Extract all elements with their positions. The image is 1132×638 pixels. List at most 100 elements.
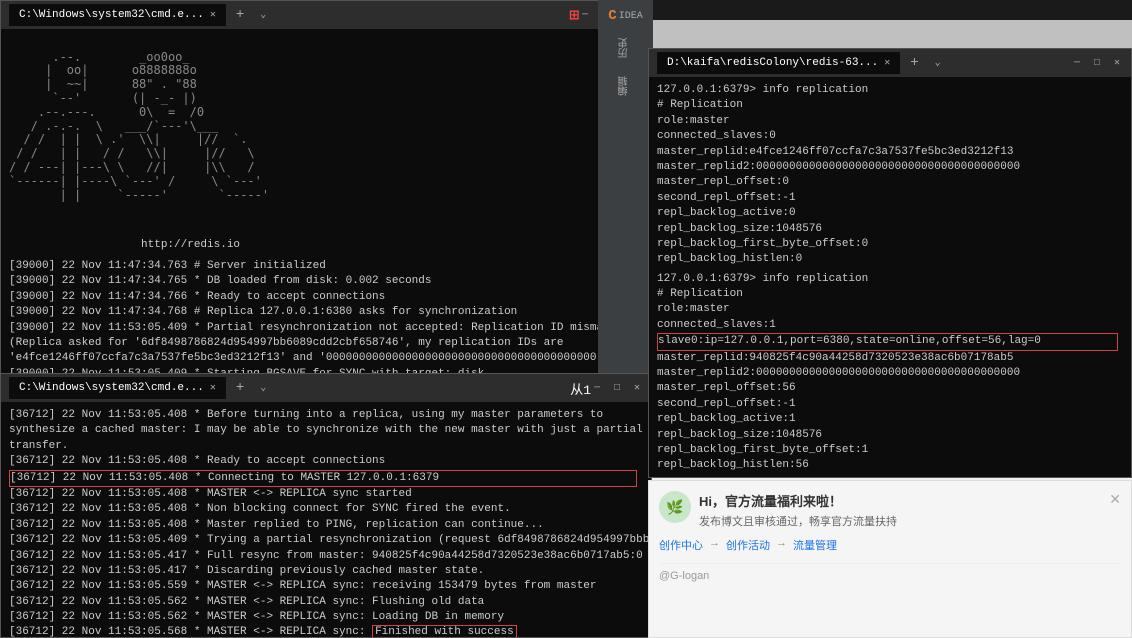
r-line-2: # Replication <box>657 98 1123 113</box>
r-line-13: 127.0.0.1:6379> info replication <box>657 272 1123 287</box>
bl-line-5: [36712] 22 Nov 11:53:05.408 * Non blocki… <box>9 502 643 517</box>
csdn-avatar: 🌿 <box>659 491 691 523</box>
r-line-5: master_replid:e4fce1246ff07ccfa7c3a7537f… <box>657 145 1123 160</box>
bottomleft-tab-add[interactable]: + <box>230 376 250 400</box>
r-line-3: role:master <box>657 114 1123 129</box>
tl-line-4: [39000] 22 Nov 11:47:34.768 # Replica 12… <box>9 305 631 320</box>
bl-line-4: [36712] 22 Nov 11:53:05.408 * MASTER <->… <box>9 487 643 502</box>
right-tab-nav[interactable]: ⌄ <box>929 53 947 73</box>
bottomleft-tab-label: C:\Windows\system32\cmd.e... <box>19 382 204 394</box>
bottomleft-center-label: 从1 <box>570 379 591 398</box>
csdn-inner: 🌿 Hi，官方流量福利来啦！ 发布博文且审核通过，畅享官方流量扶持 ✕ 创作中心… <box>649 481 1131 592</box>
r-line-25: repl_backlog_histlen:56 <box>657 458 1123 473</box>
right-controls: ─ □ ✕ <box>1071 57 1123 69</box>
bl-line-8: [36712] 22 Nov 11:53:05.417 * Full resyn… <box>9 549 643 564</box>
tl-line-3: [39000] 22 Nov 11:47:34.766 * Ready to a… <box>9 290 631 305</box>
r-line-14: # Replication <box>657 287 1123 302</box>
right-close[interactable]: ✕ <box>1111 57 1123 69</box>
r-line-17: slave0:ip=127.0.0.1,port=6380,state=onli… <box>657 333 1118 350</box>
bottomleft-tabs: C:\Windows\system32\cmd.e... ✕ + ⌄ <box>9 376 570 400</box>
bl-line-3: [36712] 22 Nov 11:53:05.408 * Connecting… <box>9 470 637 487</box>
r-line-15: role:master <box>657 302 1123 317</box>
r-line-19: master_replid2:0000000000000000000000000… <box>657 366 1123 381</box>
r-line-21: second_repl_offset:-1 <box>657 397 1123 412</box>
r-line-20: master_repl_offset:56 <box>657 381 1123 396</box>
r-line-16: connected_slaves:1 <box>657 318 1123 333</box>
csdn-nav-item-3[interactable]: 流量管理 <box>793 537 837 553</box>
right-tab-active[interactable]: D:\kaifa\redisColony\redis-63... ✕ <box>657 52 900 74</box>
bl-line-11: [36712] 22 Nov 11:53:05.562 * MASTER <->… <box>9 595 643 610</box>
topleft-terminal: .--. _oo0oo_ | oo| o8888888o | ~~| 88" .… <box>1 29 639 374</box>
window-topleft: C:\Windows\system32\cmd.e... ✕ + ⌄ ⊞ ─ □… <box>0 0 640 375</box>
topleft-tab-add[interactable]: + <box>230 3 250 27</box>
r-line-12: repl_backlog_histlen:0 <box>657 252 1123 267</box>
idea-sidebar: C IDEA 历史 编辑 <box>598 0 653 375</box>
r-line-8: second_repl_offset:-1 <box>657 191 1123 206</box>
right-tab-label: D:\kaifa\redisColony\redis-63... <box>667 57 878 69</box>
bl-line-13: [36712] 22 Nov 11:53:05.568 * MASTER <->… <box>9 625 643 637</box>
topleft-tab-close[interactable]: ✕ <box>210 9 216 21</box>
tl-line-2: [39000] 22 Nov 11:47:34.765 * DB loaded … <box>9 274 631 289</box>
bottomleft-close[interactable]: ✕ <box>631 382 643 394</box>
tl-line-1: [39000] 22 Nov 11:47:34.763 # Server ini… <box>9 259 631 274</box>
right-terminal: 127.0.0.1:6379> info replication # Repli… <box>649 77 1131 477</box>
csdn-close-button[interactable]: ✕ <box>1109 491 1121 508</box>
csdn-text: Hi，官方流量福利来啦！ 发布博文且审核通过，畅享官方流量扶持 <box>699 491 1101 529</box>
window-right: D:\kaifa\redisColony\redis-63... ✕ + ⌄ ─… <box>648 48 1132 478</box>
csdn-hi-title: Hi，官方流量福利来啦！ <box>699 491 1101 510</box>
r-line-1: 127.0.0.1:6379> info replication <box>657 83 1123 98</box>
idea-logo-icon: C <box>608 8 616 24</box>
right-tabs: D:\kaifa\redisColony\redis-63... ✕ + ⌄ <box>657 51 1071 75</box>
bl-line-12: [36712] 22 Nov 11:53:05.562 * MASTER <->… <box>9 610 643 625</box>
redis-art-1: .--. _oo0oo_ | oo| o8888888o | ~~| 88" .… <box>9 35 631 234</box>
r-line-7: master_repl_offset:0 <box>657 175 1123 190</box>
window-bottomleft: C:\Windows\system32\cmd.e... ✕ + ⌄ 从1 ─ … <box>0 373 652 638</box>
r-line-9: repl_backlog_active:0 <box>657 206 1123 221</box>
right-titlebar: D:\kaifa\redisColony\redis-63... ✕ + ⌄ ─… <box>649 49 1131 77</box>
right-tab-close[interactable]: ✕ <box>884 57 890 69</box>
redis-url-line: http://redis.io <box>9 238 631 253</box>
idea-label: IDEA <box>619 11 643 22</box>
bl-line-1: [36712] 22 Nov 11:53:05.408 * Before tur… <box>9 408 643 454</box>
bottomleft-maximize[interactable]: □ <box>611 382 623 394</box>
topleft-tabs: C:\Windows\system32\cmd.e... ✕ + ⌄ <box>9 3 569 27</box>
csdn-hi-sub: 发布博文且审核通过，畅享官方流量扶持 <box>699 513 1101 529</box>
csdn-hi-section: 🌿 Hi，官方流量福利来啦！ 发布博文且审核通过，畅享官方流量扶持 ✕ <box>659 491 1121 529</box>
bottomleft-tab-nav[interactable]: ⌄ <box>254 378 272 398</box>
right-maximize[interactable]: □ <box>1091 57 1103 69</box>
topleft-tab-nav[interactable]: ⌄ <box>254 5 272 25</box>
bottomleft-minimize[interactable]: ─ <box>591 382 603 394</box>
r-line-11: repl_backlog_first_byte_offset:0 <box>657 237 1123 252</box>
csdn-nav-item-1[interactable]: 创作中心 <box>659 537 703 553</box>
r-line-24: repl_backlog_first_byte_offset:1 <box>657 443 1123 458</box>
r-line-10: repl_backlog_size:1048576 <box>657 222 1123 237</box>
bottomleft-titlebar: C:\Windows\system32\cmd.e... ✕ + ⌄ 从1 ─ … <box>1 374 651 402</box>
bottomleft-tab-close[interactable]: ✕ <box>210 382 216 394</box>
r-line-18: master_replid:940825f4c90a44258d7320523e… <box>657 351 1123 366</box>
idea-tab-history[interactable]: 历史 <box>614 30 637 66</box>
bottomleft-tab-active[interactable]: C:\Windows\system32\cmd.e... ✕ <box>9 377 226 399</box>
topleft-titlebar: C:\Windows\system32\cmd.e... ✕ + ⌄ ⊞ ─ □… <box>1 1 639 29</box>
right-minimize[interactable]: ─ <box>1071 57 1083 69</box>
bl-line-6: [36712] 22 Nov 11:53:05.408 * Master rep… <box>9 518 643 533</box>
bottomleft-controls: ─ □ ✕ <box>591 382 643 394</box>
right-tab-add[interactable]: + <box>904 51 924 75</box>
csdn-footer: @G-logan <box>659 570 709 582</box>
bl-line-2: [36712] 22 Nov 11:53:05.408 * Ready to a… <box>9 454 643 469</box>
bl-line-10: [36712] 22 Nov 11:53:05.559 * MASTER <->… <box>9 579 643 594</box>
idea-tab-edit[interactable]: 编辑 <box>614 68 637 104</box>
tl-line-5: [39000] 22 Nov 11:53:05.409 * Partial re… <box>9 321 631 367</box>
topleft-tab-label: C:\Windows\system32\cmd.e... <box>19 9 204 21</box>
topleft-tab-active[interactable]: C:\Windows\system32\cmd.e... ✕ <box>9 4 226 26</box>
r-line-4: connected_slaves:0 <box>657 129 1123 144</box>
topleft-minimize[interactable]: ─ <box>579 9 591 21</box>
finished-highlight: Finished with success <box>372 625 517 637</box>
r-line-22: repl_backlog_active:1 <box>657 412 1123 427</box>
csdn-panel: 🌿 Hi，官方流量福利来啦！ 发布博文且审核通过，畅享官方流量扶持 ✕ 创作中心… <box>648 480 1132 638</box>
bl-line-9: [36712] 22 Nov 11:53:05.417 * Discarding… <box>9 564 643 579</box>
r-line-23: repl_backlog_size:1048576 <box>657 428 1123 443</box>
csdn-nav-item-2[interactable]: 创作活动 <box>726 537 770 553</box>
csdn-nav: 创作中心 → 创作活动 → 流量管理 <box>659 537 1121 553</box>
r-line-6: master_replid2:0000000000000000000000000… <box>657 160 1123 175</box>
bottomleft-terminal: [36712] 22 Nov 11:53:05.408 * Before tur… <box>1 402 651 637</box>
